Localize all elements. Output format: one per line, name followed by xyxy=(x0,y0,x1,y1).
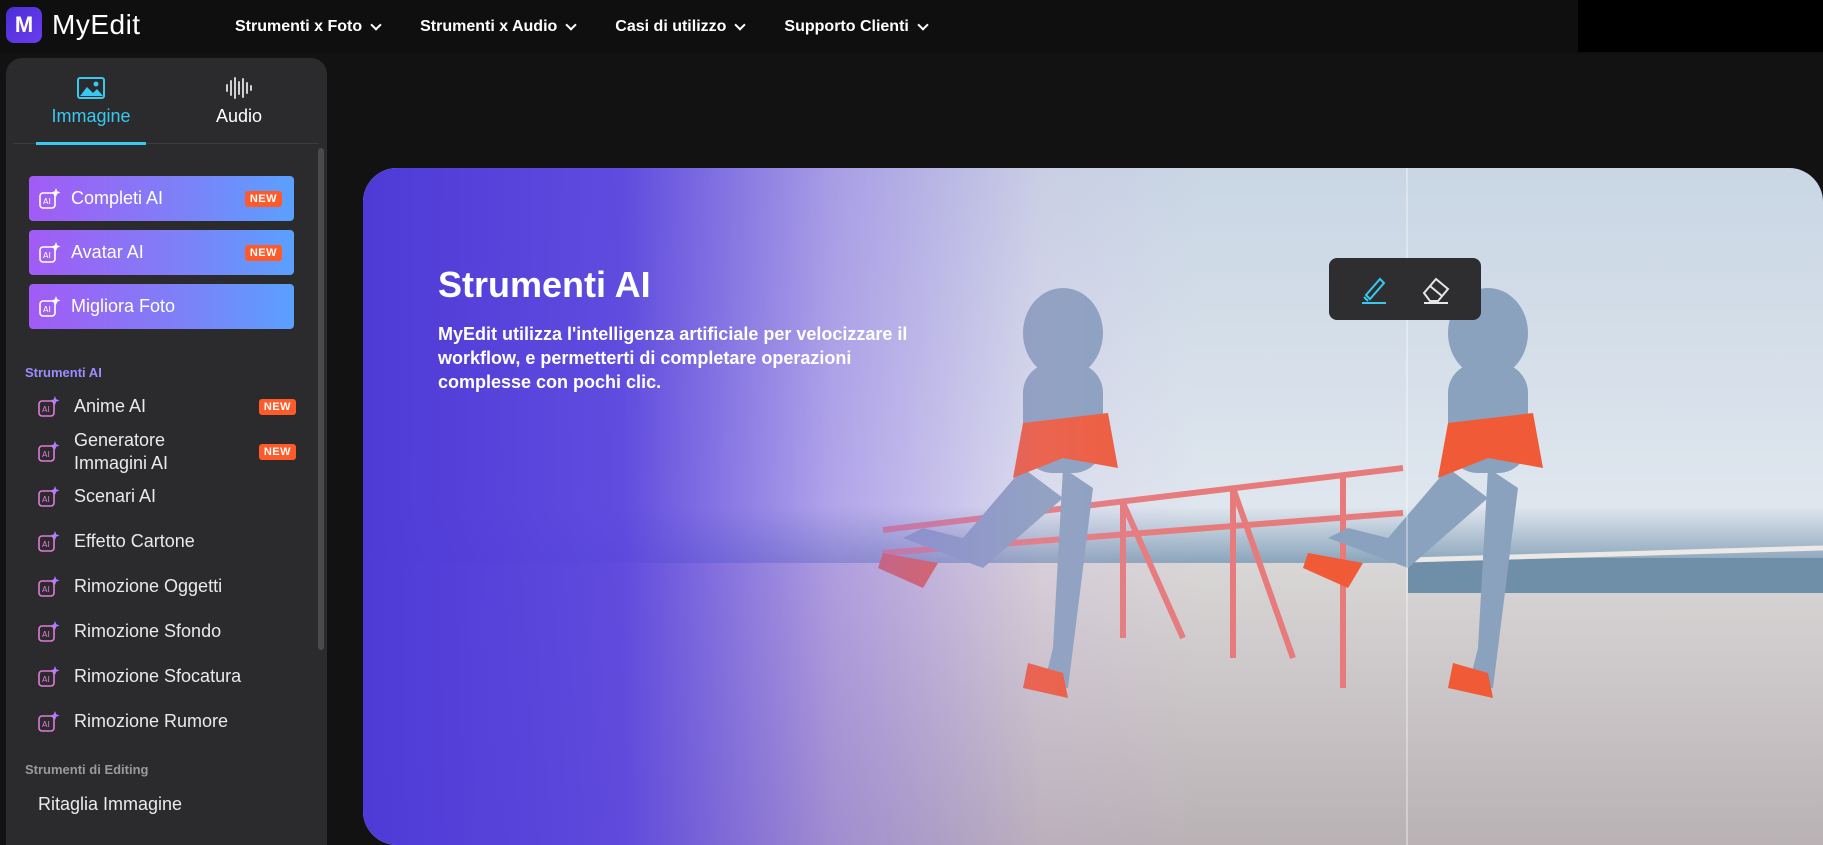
tab-immagine[interactable]: Immagine xyxy=(36,58,146,145)
tab-audio[interactable]: Audio xyxy=(184,58,294,144)
svg-text:AI: AI xyxy=(42,540,50,549)
menu-item-ritaglia-immagine[interactable]: Ritaglia Immagine xyxy=(38,794,182,815)
promo-label: Migliora Foto xyxy=(71,296,176,316)
svg-text:AI: AI xyxy=(42,405,50,414)
ai-sparkle-icon: AI xyxy=(38,530,60,552)
menu-item-rimozione-sfocatura[interactable]: AI Rimozione Sfocatura xyxy=(38,665,296,688)
nav-supporto-clienti[interactable]: Supporto Clienti xyxy=(784,18,929,36)
logo-text: MyEdit xyxy=(52,9,141,40)
brush-icon xyxy=(1362,277,1386,304)
audio-wave-icon xyxy=(226,77,252,99)
header-right-area xyxy=(1578,0,1823,52)
menu-item-anime-ai[interactable]: AI Anime AI NEW xyxy=(38,395,296,418)
menu-label: Scenari AI xyxy=(74,486,157,506)
ai-sparkle-icon: AI xyxy=(38,441,60,462)
hero-title: Strumenti AI xyxy=(438,264,651,305)
hero-description: MyEdit utilizza l'intelligenza artificia… xyxy=(438,324,908,392)
menu-label: Rimozione Sfondo xyxy=(74,621,222,641)
svg-text:AI: AI xyxy=(42,585,50,594)
ai-sparkle-icon: AI xyxy=(38,665,60,687)
brush-tool-button[interactable] xyxy=(1357,272,1391,306)
chevron-down-icon xyxy=(565,19,577,31)
ai-sparkle-icon: AI xyxy=(39,295,61,317)
promo-avatar-ai[interactable]: AI Avatar AI NEW xyxy=(29,230,294,275)
sidebar-tabs: Immagine Audio xyxy=(14,58,319,145)
svg-text:AI: AI xyxy=(43,305,51,314)
sidebar-scrollbar[interactable] xyxy=(318,148,324,650)
nav-label: Casi di utilizzo xyxy=(615,18,727,35)
top-navigation-bar: M MyEdit Strumenti x Foto Strumenti x Au… xyxy=(0,0,1823,54)
ai-sparkle-icon: AI xyxy=(38,395,60,417)
promo-migliora-foto[interactable]: AI Migliora Foto xyxy=(29,284,294,329)
eraser-icon xyxy=(1422,277,1450,304)
nav-label: Supporto Clienti xyxy=(784,18,909,35)
menu-item-generatore-immagini-ai[interactable]: AI Generatore Immagini AI NEW xyxy=(38,429,296,475)
ai-sparkle-icon: AI xyxy=(38,575,60,597)
svg-text:AI: AI xyxy=(42,720,50,729)
brush-tool-palette xyxy=(1329,258,1481,320)
menu-label: Rimozione Rumore xyxy=(74,711,229,731)
main-nav: Strumenti x Foto Strumenti x Audio Casi … xyxy=(235,0,967,54)
nav-strumenti-audio[interactable]: Strumenti x Audio xyxy=(420,18,577,36)
svg-text:AI: AI xyxy=(42,630,50,639)
menu-item-rimozione-sfondo[interactable]: AI Rimozione Sfondo xyxy=(38,620,296,643)
nav-strumenti-foto[interactable]: Strumenti x Foto xyxy=(235,18,382,36)
logo[interactable]: M MyEdit xyxy=(6,7,141,43)
section-title-strumenti-editing: Strumenti di Editing xyxy=(25,762,149,777)
ai-sparkle-icon: AI xyxy=(38,485,60,507)
new-badge: NEW xyxy=(258,444,296,460)
svg-text:AI: AI xyxy=(42,450,50,459)
svg-text:AI: AI xyxy=(42,675,50,684)
eraser-tool-button[interactable] xyxy=(1419,272,1453,306)
logo-icon: M xyxy=(6,7,42,43)
menu-label: Rimozione Oggetti xyxy=(74,576,223,596)
svg-text:AI: AI xyxy=(43,251,51,260)
menu-item-rimozione-oggetti[interactable]: AI Rimozione Oggetti xyxy=(38,575,296,598)
ai-sparkle-icon: AI xyxy=(38,620,60,642)
ai-sparkle-icon: AI xyxy=(39,187,61,209)
ai-sparkle-icon: AI xyxy=(38,710,60,732)
promo-label: Completi AI xyxy=(71,188,164,208)
tab-label: Audio xyxy=(215,106,263,126)
new-badge: NEW xyxy=(244,190,282,207)
ai-sparkle-icon: AI xyxy=(39,241,61,263)
menu-label: Anime AI xyxy=(74,396,147,416)
chevron-down-icon xyxy=(917,19,929,31)
new-badge: NEW xyxy=(258,398,296,415)
promo-label: Avatar AI xyxy=(71,242,144,262)
section-title-strumenti-ai: Strumenti AI xyxy=(25,365,102,380)
sidebar: Immagine Audio AI Completi AI NEW AI Ava… xyxy=(6,58,327,845)
menu-label: Rimozione Sfocatura xyxy=(74,666,242,686)
image-icon xyxy=(77,77,105,99)
promo-completi-ai[interactable]: AI Completi AI NEW xyxy=(29,176,294,221)
nav-casi-utilizzo[interactable]: Casi di utilizzo xyxy=(615,18,747,36)
active-tab-indicator xyxy=(36,142,146,145)
menu-label: Generatore Immagini AI xyxy=(74,430,169,473)
menu-item-scenari-ai[interactable]: AI Scenari AI xyxy=(38,485,296,508)
svg-text:AI: AI xyxy=(43,197,51,206)
chevron-down-icon xyxy=(734,19,747,31)
svg-text:AI: AI xyxy=(42,495,50,504)
nav-label: Strumenti x Audio xyxy=(420,18,558,35)
menu-item-rimozione-rumore[interactable]: AI Rimozione Rumore xyxy=(38,710,296,733)
nav-label: Strumenti x Foto xyxy=(235,18,363,35)
menu-label: Effetto Cartone xyxy=(74,531,195,551)
new-badge: NEW xyxy=(244,244,282,261)
menu-item-effetto-cartone[interactable]: AI Effetto Cartone xyxy=(38,530,296,553)
hero-banner: Strumenti AI MyEdit utilizza l'intellige… xyxy=(363,168,1823,845)
tab-label: Immagine xyxy=(51,106,131,126)
chevron-down-icon xyxy=(370,19,382,31)
